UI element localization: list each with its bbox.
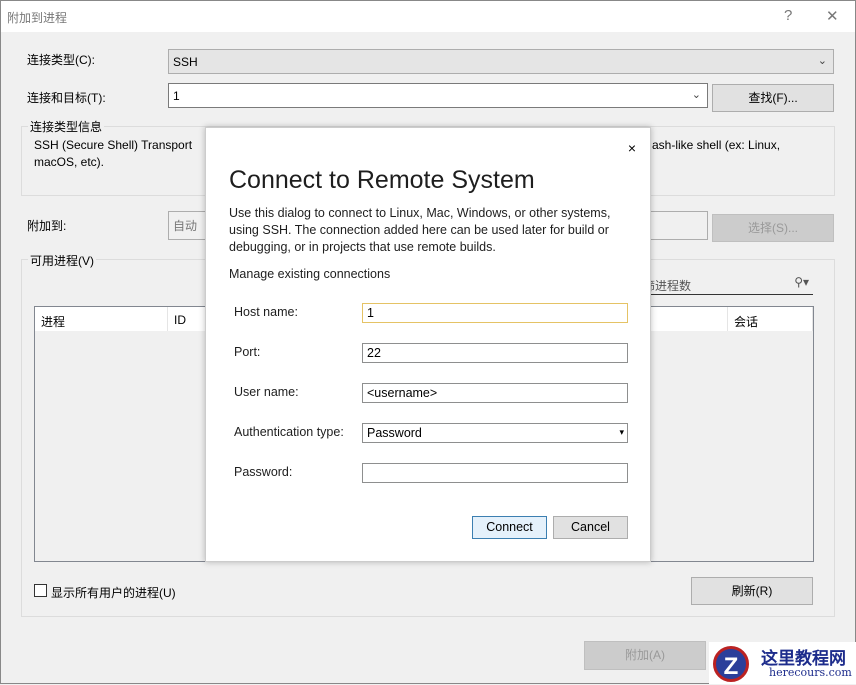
logo-z-icon: Z <box>713 646 749 682</box>
connect-remote-dialog: × Connect to Remote System Use this dial… <box>205 127 651 562</box>
column-header-session[interactable]: 会话 <box>728 307 813 331</box>
connection-info-label: 连接类型信息 <box>28 118 105 135</box>
cancel-button[interactable]: Cancel <box>553 516 628 539</box>
find-button[interactable]: 查找(F)... <box>712 84 834 112</box>
column-header-id[interactable]: ID <box>168 307 208 331</box>
connection-type-label: 连接类型(C): <box>27 53 95 67</box>
watermark-en: herecours.com <box>769 666 852 679</box>
search-icon: ⚲▾ <box>794 275 809 289</box>
title-bar: 附加到进程 ? ✕ <box>1 1 855 32</box>
refresh-button[interactable]: 刷新(R) <box>691 577 813 605</box>
connection-type-select[interactable]: SSH ⌄ <box>168 49 834 74</box>
info-text-left: SSH (Secure Shell) Transport <box>34 138 193 152</box>
attach-to-label: 附加到: <box>27 219 67 233</box>
help-button[interactable]: ? <box>784 7 792 24</box>
dialog-description: Use this dialog to connect to Linux, Mac… <box>229 206 611 254</box>
window-title: 附加到进程 <box>7 11 68 25</box>
password-input[interactable] <box>362 463 628 483</box>
user-name-label: User name: <box>234 385 299 399</box>
chevron-down-icon: ⌄ <box>691 89 701 101</box>
show-all-users-label[interactable]: 显示所有用户的进程(U) <box>51 584 176 601</box>
close-button[interactable]: ✕ <box>826 7 839 25</box>
process-filter-input[interactable]: 筛进程数 ⚲▾ <box>641 273 813 295</box>
connection-type-value: SSH <box>173 55 198 69</box>
dialog-title: Connect to Remote System <box>229 166 535 194</box>
user-name-input[interactable]: <username> <box>362 383 628 403</box>
select-button[interactable]: 选择(S)... <box>712 214 834 242</box>
auth-type-label: Authentication type: <box>234 425 344 439</box>
host-name-label: Host name: <box>234 305 298 319</box>
available-processes-label: 可用进程(V) <box>28 252 96 269</box>
connect-button[interactable]: Connect <box>472 516 547 539</box>
info-text-line2: macOS, etc). <box>34 155 105 169</box>
target-input[interactable]: 1 ⌄ <box>168 83 708 108</box>
port-label: Port: <box>234 345 261 359</box>
auth-type-select[interactable]: Password ▾ <box>362 423 628 443</box>
host-name-input[interactable]: 1 <box>362 303 628 323</box>
info-text-right: ash-like shell (ex: Linux, <box>652 138 781 152</box>
attach-button[interactable]: 附加(A) <box>584 641 706 670</box>
auth-type-value: Password <box>367 426 422 440</box>
dropdown-arrow-icon: ▾ <box>619 427 624 437</box>
target-label: 连接和目标(T): <box>27 91 106 105</box>
target-value: 1 <box>173 89 180 103</box>
manage-connections-link[interactable]: Manage existing connections <box>229 267 390 281</box>
column-header-process[interactable]: 进程 <box>35 307 168 331</box>
show-all-users-checkbox[interactable] <box>34 584 47 597</box>
port-input[interactable]: 22 <box>362 343 628 363</box>
attach-to-value: 自动 <box>173 219 198 233</box>
chevron-down-icon: ⌄ <box>817 55 827 67</box>
watermark-logo: Z 这里教程网 herecours.com <box>709 642 856 684</box>
password-label: Password: <box>234 465 293 479</box>
dialog-close-button[interactable]: × <box>628 140 636 156</box>
